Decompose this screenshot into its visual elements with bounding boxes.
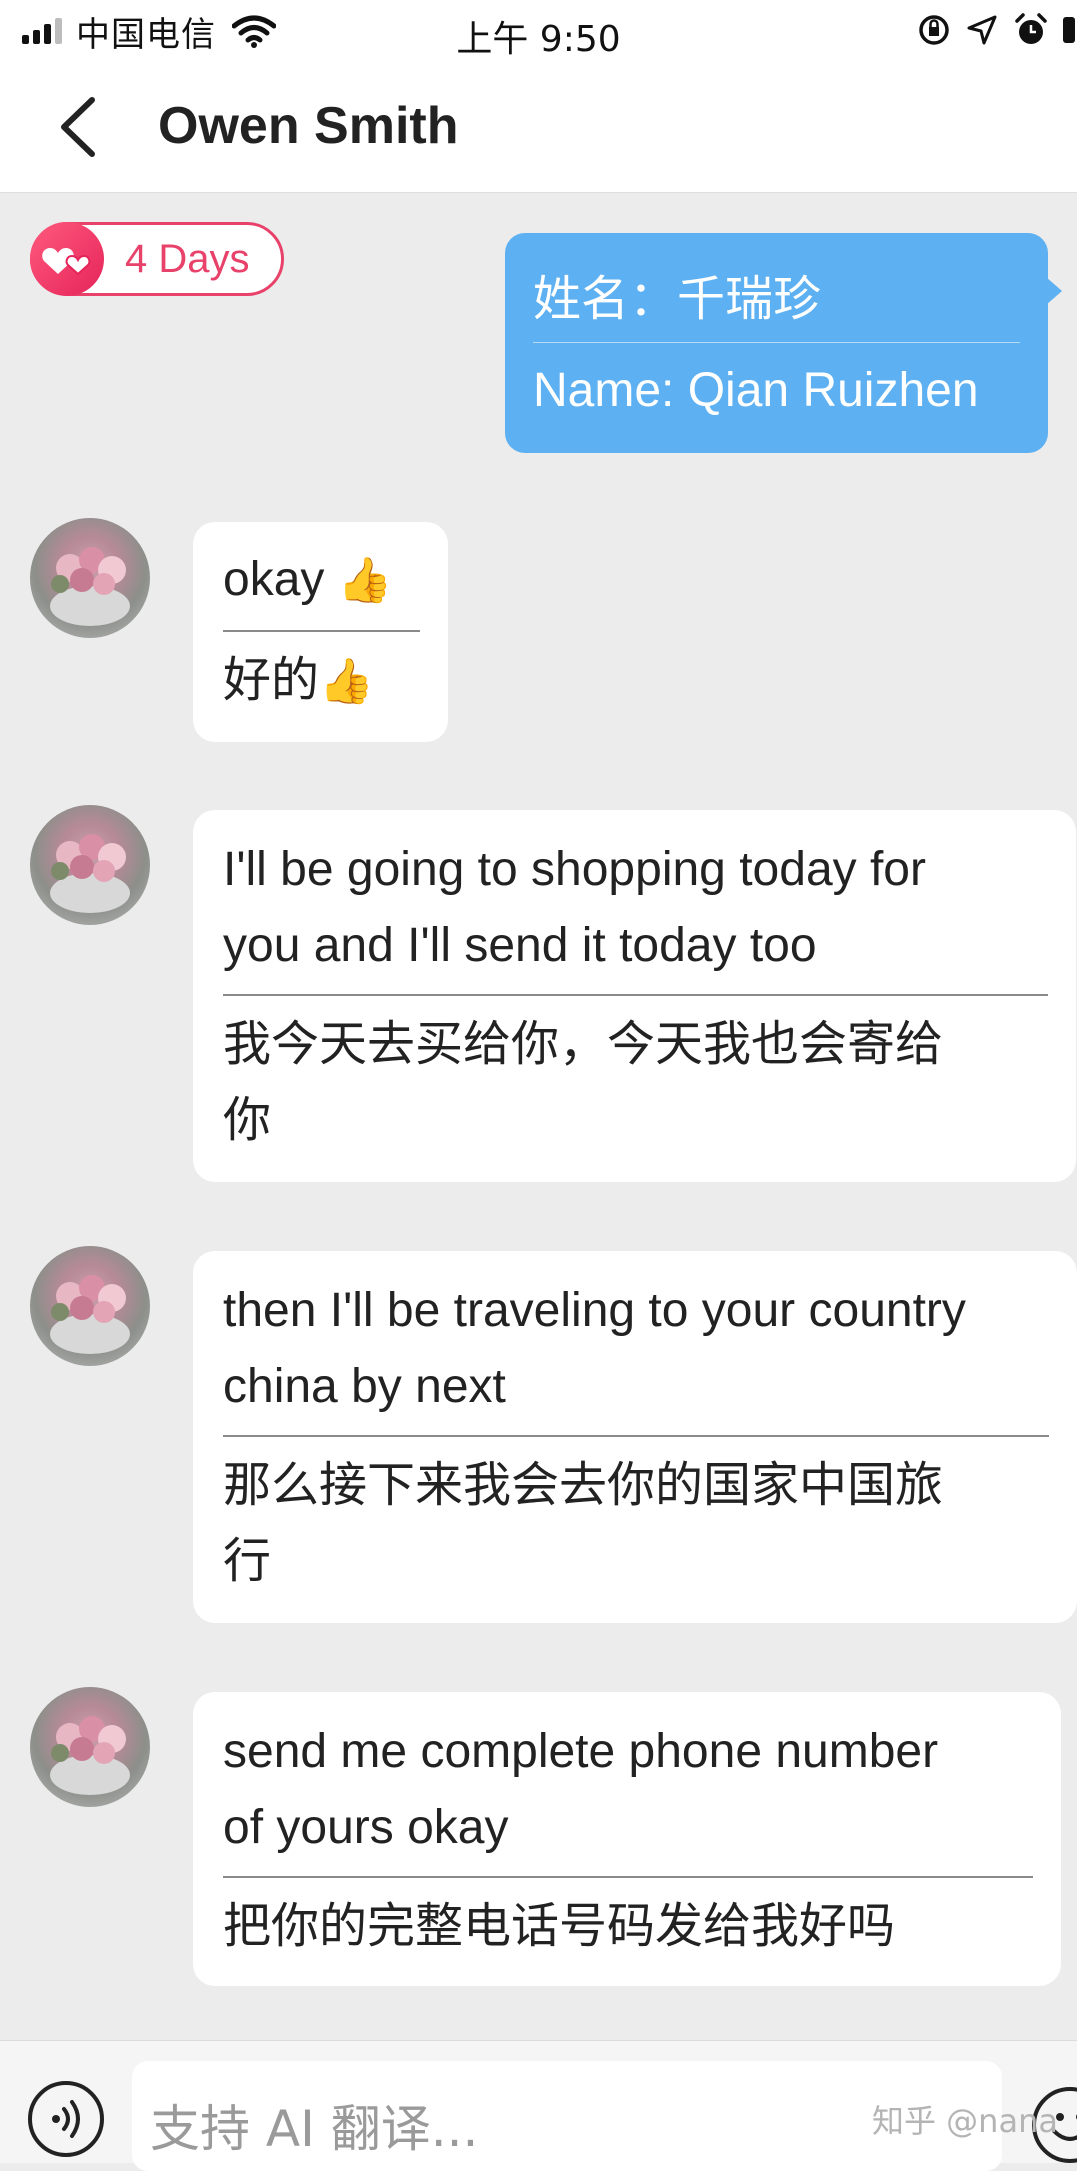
message-original-line: of yours okay <box>223 1801 509 1854</box>
alarm-icon <box>1015 13 1047 44</box>
status-right <box>917 12 1077 48</box>
message-translation-line: 行 <box>223 1533 272 1589</box>
message-original-text: 姓名：千瑞珍 <box>533 271 822 327</box>
translation-divider <box>533 342 1020 343</box>
message-original-line: I'll be going to shopping today for <box>223 843 926 896</box>
message-original-line: china by next <box>223 1360 506 1413</box>
orientation-lock-icon <box>919 15 949 45</box>
thumbs-up-icon: 👍 <box>337 556 393 605</box>
voice-input-button[interactable] <box>28 2081 104 2157</box>
message-original-line: you and I'll send it today too <box>223 919 817 972</box>
back-arrow-icon[interactable] <box>50 92 110 162</box>
message-original-text: okay 👍 <box>223 542 393 619</box>
translation-divider <box>223 994 1048 996</box>
voice-icon <box>52 2100 80 2138</box>
contact-avatar[interactable] <box>30 1246 150 1366</box>
contact-avatar[interactable] <box>30 805 150 925</box>
battery-icon <box>1063 17 1075 43</box>
contact-avatar[interactable] <box>30 1687 150 1807</box>
contact-name: Owen Smith <box>158 97 459 155</box>
thumbs-up-icon: 👍 <box>319 656 374 707</box>
message-translation-text: Name: Qian Ruizhen <box>533 364 979 417</box>
watermark: 知乎 @nana <box>872 2102 1058 2140</box>
message-original-line: send me complete phone number <box>223 1725 939 1778</box>
chat-header: Owen Smith <box>0 62 1077 193</box>
translation-divider <box>223 1435 1049 1437</box>
streak-badge[interactable]: 4 Days <box>30 222 284 296</box>
message-translation-line: 那么接下来我会去你的国家中国旅 <box>223 1457 944 1513</box>
outgoing-message-bubble[interactable]: 姓名：千瑞珍 Name: Qian Ruizhen <box>505 233 1062 453</box>
message-translation-line: 你 <box>223 1092 272 1148</box>
hearts-icon <box>30 222 104 296</box>
message-translation-line: 把你的完整电话号码发给我好吗 <box>223 1898 896 1954</box>
incoming-message-bubble[interactable]: I'll be going to shopping today for you … <box>193 810 1076 1182</box>
bubble-tail <box>1046 277 1062 305</box>
status-bar: 中国电信 上午 9:50 <box>0 0 1077 62</box>
message-original-line: then I'll be traveling to your country <box>223 1284 966 1337</box>
translation-divider <box>223 630 420 632</box>
input-placeholder: 支持 AI 翻译... <box>150 2100 479 2158</box>
streak-label: 4 Days <box>125 237 250 281</box>
incoming-message-bubble[interactable]: send me complete phone number of yours o… <box>193 1692 1061 1986</box>
location-arrow-icon <box>967 15 997 45</box>
status-time: 上午 9:50 <box>456 19 621 60</box>
translation-divider <box>223 1876 1033 1878</box>
message-translation-text: 好的👍 <box>223 642 374 720</box>
incoming-message-bubble[interactable]: then I'll be traveling to your country c… <box>193 1251 1077 1623</box>
message-translation-line: 我今天去买给你，今天我也会寄给 <box>223 1016 944 1072</box>
contact-avatar[interactable] <box>30 518 150 638</box>
incoming-message-bubble[interactable]: okay 👍 好的👍 <box>193 522 448 742</box>
